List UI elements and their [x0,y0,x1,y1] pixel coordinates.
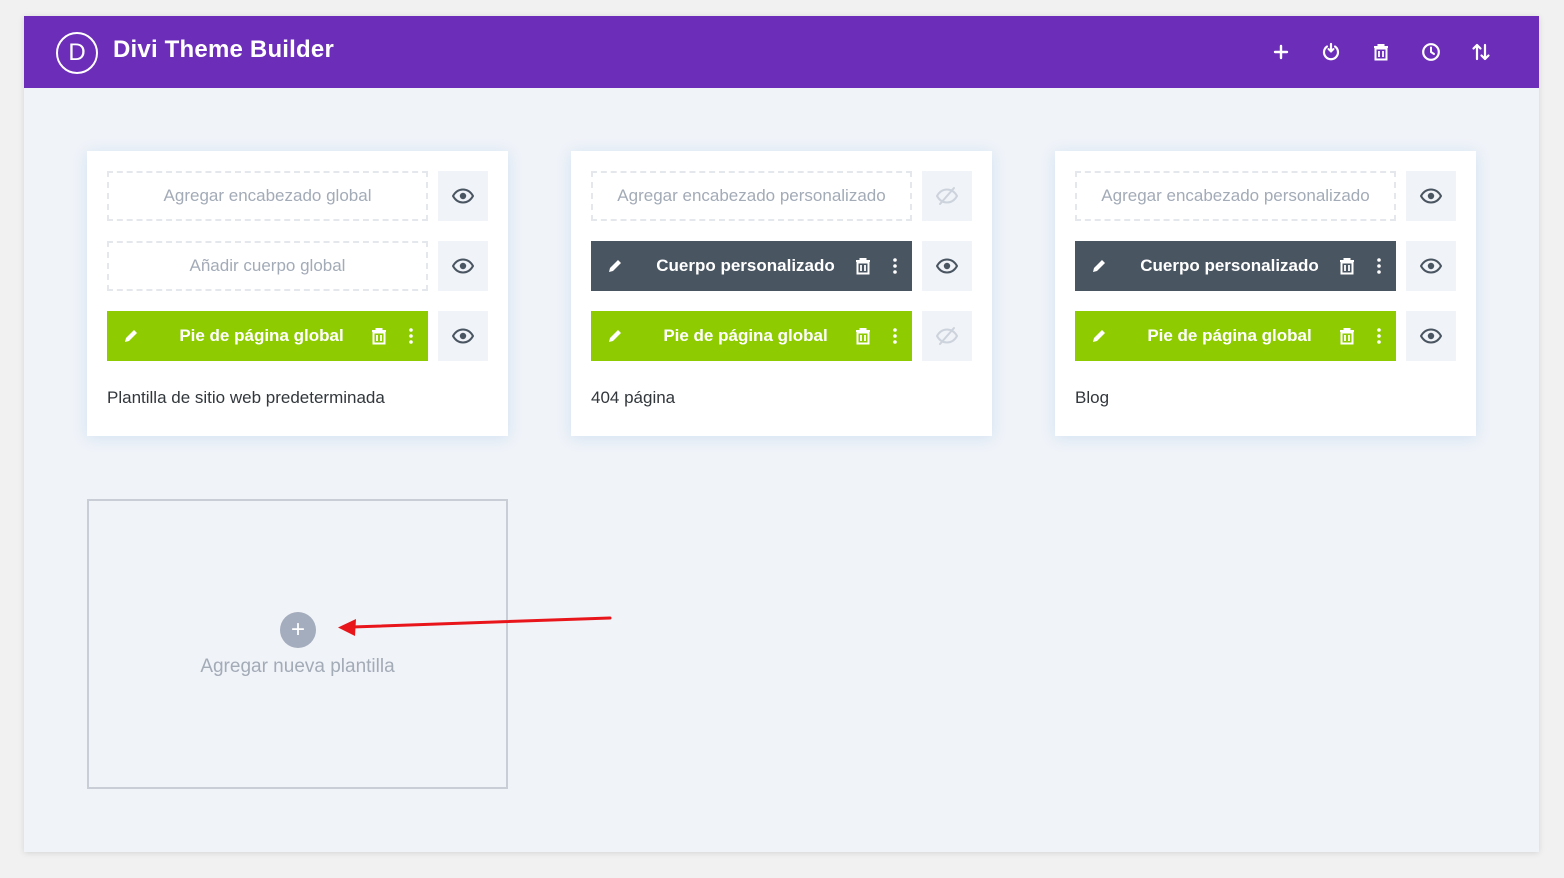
template-card-404: Agregar encabezado personalizado Cuerpo … [571,151,992,436]
add-new-template-card[interactable]: + Agregar nueva plantilla [87,499,508,789]
pencil-icon[interactable] [121,326,141,346]
template-name: Plantilla de sitio web predeterminada [107,388,385,407]
footer-slot[interactable]: Pie de página global [107,311,428,361]
add-button[interactable] [1269,40,1293,64]
portability-button[interactable] [1319,40,1343,64]
more-icon[interactable] [1374,327,1384,345]
more-icon[interactable] [890,257,900,275]
eye-icon [452,188,474,204]
footer-slot[interactable]: Pie de página global [591,311,912,361]
add-body-slot[interactable]: Añadir cuerpo global [107,241,428,291]
add-new-template-label: Agregar nueva plantilla [200,656,395,677]
app-title: Divi Theme Builder [113,36,334,63]
eye-icon [936,258,958,274]
trash-icon[interactable] [854,327,872,345]
delete-all-button[interactable] [1369,40,1393,64]
body-label: Cuerpo personalizado [656,256,835,275]
footer-label: Pie de página global [1147,326,1312,345]
plus-icon[interactable]: + [280,612,316,648]
trash-icon[interactable] [854,257,872,275]
body-slot[interactable]: Cuerpo personalizado [1075,241,1396,291]
trash-icon [1374,44,1388,61]
pencil-icon[interactable] [1089,256,1109,276]
footer-visibility-toggle[interactable] [922,311,972,361]
sort-button[interactable] [1469,40,1493,64]
header-visibility-toggle[interactable] [922,171,972,221]
body-visibility-toggle[interactable] [1406,241,1456,291]
history-icon [1422,43,1440,61]
divi-logo: D [56,32,98,74]
template-card-blog: Agregar encabezado personalizado Cuerpo … [1055,151,1476,436]
template-name: Blog [1075,388,1110,407]
more-icon[interactable] [1374,257,1384,275]
more-icon[interactable] [406,327,416,345]
body-slot[interactable]: Cuerpo personalizado [591,241,912,291]
eye-icon [452,258,474,274]
footer-visibility-toggle[interactable] [438,311,488,361]
history-button[interactable] [1419,40,1443,64]
add-header-slot[interactable]: Agregar encabezado personalizado [1075,171,1396,221]
plus-icon [1273,44,1289,60]
add-header-label: Agregar encabezado personalizado [617,186,886,205]
template-name: 404 página [591,388,676,407]
theme-builder-app: D Divi Theme Builder Agregar encabezado … [24,16,1539,852]
body-visibility-toggle[interactable] [922,241,972,291]
footer-slot[interactable]: Pie de página global [1075,311,1396,361]
add-body-label: Añadir cuerpo global [189,256,346,275]
power-icon [1322,42,1340,61]
add-header-label: Agregar encabezado global [163,186,372,205]
trash-icon[interactable] [1338,327,1356,345]
trash-icon[interactable] [370,327,388,345]
top-bar: D Divi Theme Builder [24,16,1539,88]
eye-icon [452,328,474,344]
eye-icon [1420,188,1442,204]
sort-icon [1472,43,1490,61]
eye-icon [1420,258,1442,274]
footer-visibility-toggle[interactable] [1406,311,1456,361]
trash-icon[interactable] [1338,257,1356,275]
header-visibility-toggle[interactable] [1406,171,1456,221]
footer-label: Pie de página global [179,326,344,345]
body-label: Cuerpo personalizado [1140,256,1319,275]
pencil-icon[interactable] [605,256,625,276]
footer-label: Pie de página global [663,326,828,345]
body-visibility-toggle[interactable] [438,241,488,291]
header-visibility-toggle[interactable] [438,171,488,221]
pencil-icon[interactable] [605,326,625,346]
eye-off-icon [936,327,958,345]
eye-icon [1420,328,1442,344]
eye-off-icon [936,187,958,205]
add-header-slot[interactable]: Agregar encabezado personalizado [591,171,912,221]
add-header-slot[interactable]: Agregar encabezado global [107,171,428,221]
template-card-default: Agregar encabezado global Añadir cuerpo … [87,151,508,436]
more-icon[interactable] [890,327,900,345]
pencil-icon[interactable] [1089,326,1109,346]
add-header-label: Agregar encabezado personalizado [1101,186,1370,205]
